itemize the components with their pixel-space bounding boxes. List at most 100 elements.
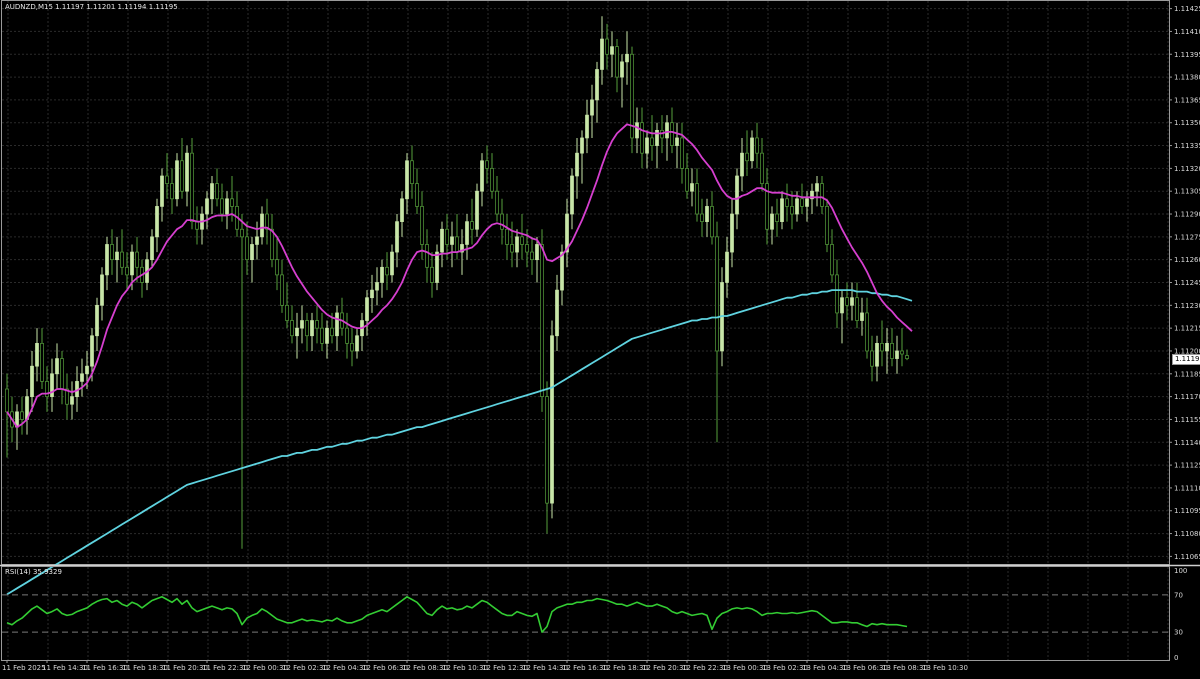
price-axis-label: 1.11350 (1174, 119, 1200, 127)
price-axis-label: 1.11215 (1174, 325, 1200, 333)
price-axis-label: 1.11185 (1174, 370, 1200, 378)
price-axis-label: 1.11170 (1174, 393, 1200, 401)
price-axis-label: 1.11140 (1174, 439, 1200, 447)
candle-body (175, 160, 179, 200)
candle-body (595, 69, 599, 101)
candle-body (555, 289, 559, 337)
candle-body (420, 206, 424, 245)
candle-body (130, 251, 134, 276)
candle-body (365, 297, 369, 321)
candle-body (785, 198, 789, 207)
candle-body (705, 206, 709, 222)
rsi-label: RSI(14) 35.9329 (5, 568, 62, 576)
candle-body (395, 221, 399, 253)
candle-body (230, 198, 234, 207)
candle-body (670, 122, 674, 146)
candle-body (215, 183, 219, 200)
candle-body (770, 213, 774, 230)
candle-body (465, 221, 469, 245)
candle-body (385, 266, 389, 276)
candle-body (495, 190, 499, 215)
candle-body (645, 137, 649, 154)
candle-body (270, 228, 274, 261)
candle-body (680, 137, 684, 169)
candle-body (850, 297, 854, 306)
candle-body (220, 198, 224, 215)
candle-body (855, 297, 859, 321)
candle-body (840, 297, 844, 314)
candle-body (890, 343, 894, 359)
candle-body (490, 168, 494, 192)
candle-body (610, 46, 614, 55)
candle-body (90, 335, 94, 367)
candle-body (300, 320, 304, 329)
candle-body (240, 228, 244, 238)
price-axis-label: 1.11095 (1174, 507, 1200, 515)
candle-body (540, 244, 544, 397)
candle-body (335, 312, 339, 337)
price-axis-label: 1.11305 (1174, 188, 1200, 196)
candle-body (135, 251, 139, 268)
candle-body (315, 320, 319, 329)
candle-body (320, 327, 324, 344)
candle-body (530, 251, 534, 261)
price-axis-label: 1.11110 (1174, 484, 1200, 492)
candle-body (380, 266, 384, 283)
candle-body (900, 350, 904, 355)
close-value: 1.11195 (148, 3, 178, 11)
candle-body (370, 289, 374, 299)
candle-body (830, 244, 834, 276)
candle-body (80, 373, 84, 382)
price-axis-label: 1.11125 (1174, 462, 1200, 470)
candle-body (870, 350, 874, 367)
symbol-header: AUDNZD,M15 1.11197 1.11201 1.11194 1.111… (5, 3, 178, 11)
candle-body (510, 244, 514, 253)
price-axis-label: 1.11230 (1174, 302, 1200, 310)
candle-body (505, 228, 509, 245)
open-value: 1.11197 (55, 3, 85, 11)
candle-body (560, 251, 564, 291)
candle-body (685, 168, 689, 192)
price-axis-label: 1.11425 (1174, 5, 1200, 13)
candle-body (350, 343, 354, 352)
candle-body (725, 251, 729, 283)
candle-body (700, 213, 704, 222)
candle-body (750, 137, 754, 162)
current-price-tag: 1.11195 (1172, 354, 1200, 365)
candle-body (525, 244, 529, 253)
candle-body (280, 274, 284, 306)
candle-body (190, 152, 194, 222)
candle-body (195, 221, 199, 230)
trading-chart-window[interactable]: 1.11425 1.11410 1.11395 1.11380 1.11365 1.113… (0, 0, 1200, 675)
candle-body (590, 99, 594, 116)
candle-body (285, 304, 289, 321)
candle-body (180, 160, 184, 192)
candle-body (260, 213, 264, 238)
candle-body (345, 327, 349, 344)
candle-body (450, 236, 454, 245)
price-axis-label: 1.11320 (1174, 165, 1200, 173)
candle-body (905, 355, 909, 359)
candle-body (475, 190, 479, 230)
chart-canvas[interactable]: 1.11425 1.11410 1.11395 1.11380 1.11365 1.113… (0, 0, 1200, 675)
candle-body (120, 251, 124, 268)
symbol-label: AUDNZD,M15 (5, 3, 53, 11)
candle-body (605, 38, 609, 55)
price-axis-label: 1.11335 (1174, 142, 1200, 150)
price-axis-label: 1.11245 (1174, 279, 1200, 287)
candle-body (470, 221, 474, 230)
rsi-axis-label: 70 (1174, 591, 1183, 599)
price-axis-label: 1.11275 (1174, 233, 1200, 241)
time-axis-label: 13 Feb 10:30 (922, 664, 968, 672)
candle-body (425, 244, 429, 268)
candle-body (600, 38, 604, 70)
candle-body (20, 411, 24, 420)
candle-body (640, 122, 644, 154)
candle-body (880, 343, 884, 352)
candle-body (430, 266, 434, 283)
candle-body (675, 137, 679, 146)
candle-body (815, 183, 819, 192)
candle-body (170, 183, 174, 200)
high-value: 1.11201 (86, 3, 116, 11)
candle-body (125, 266, 129, 276)
